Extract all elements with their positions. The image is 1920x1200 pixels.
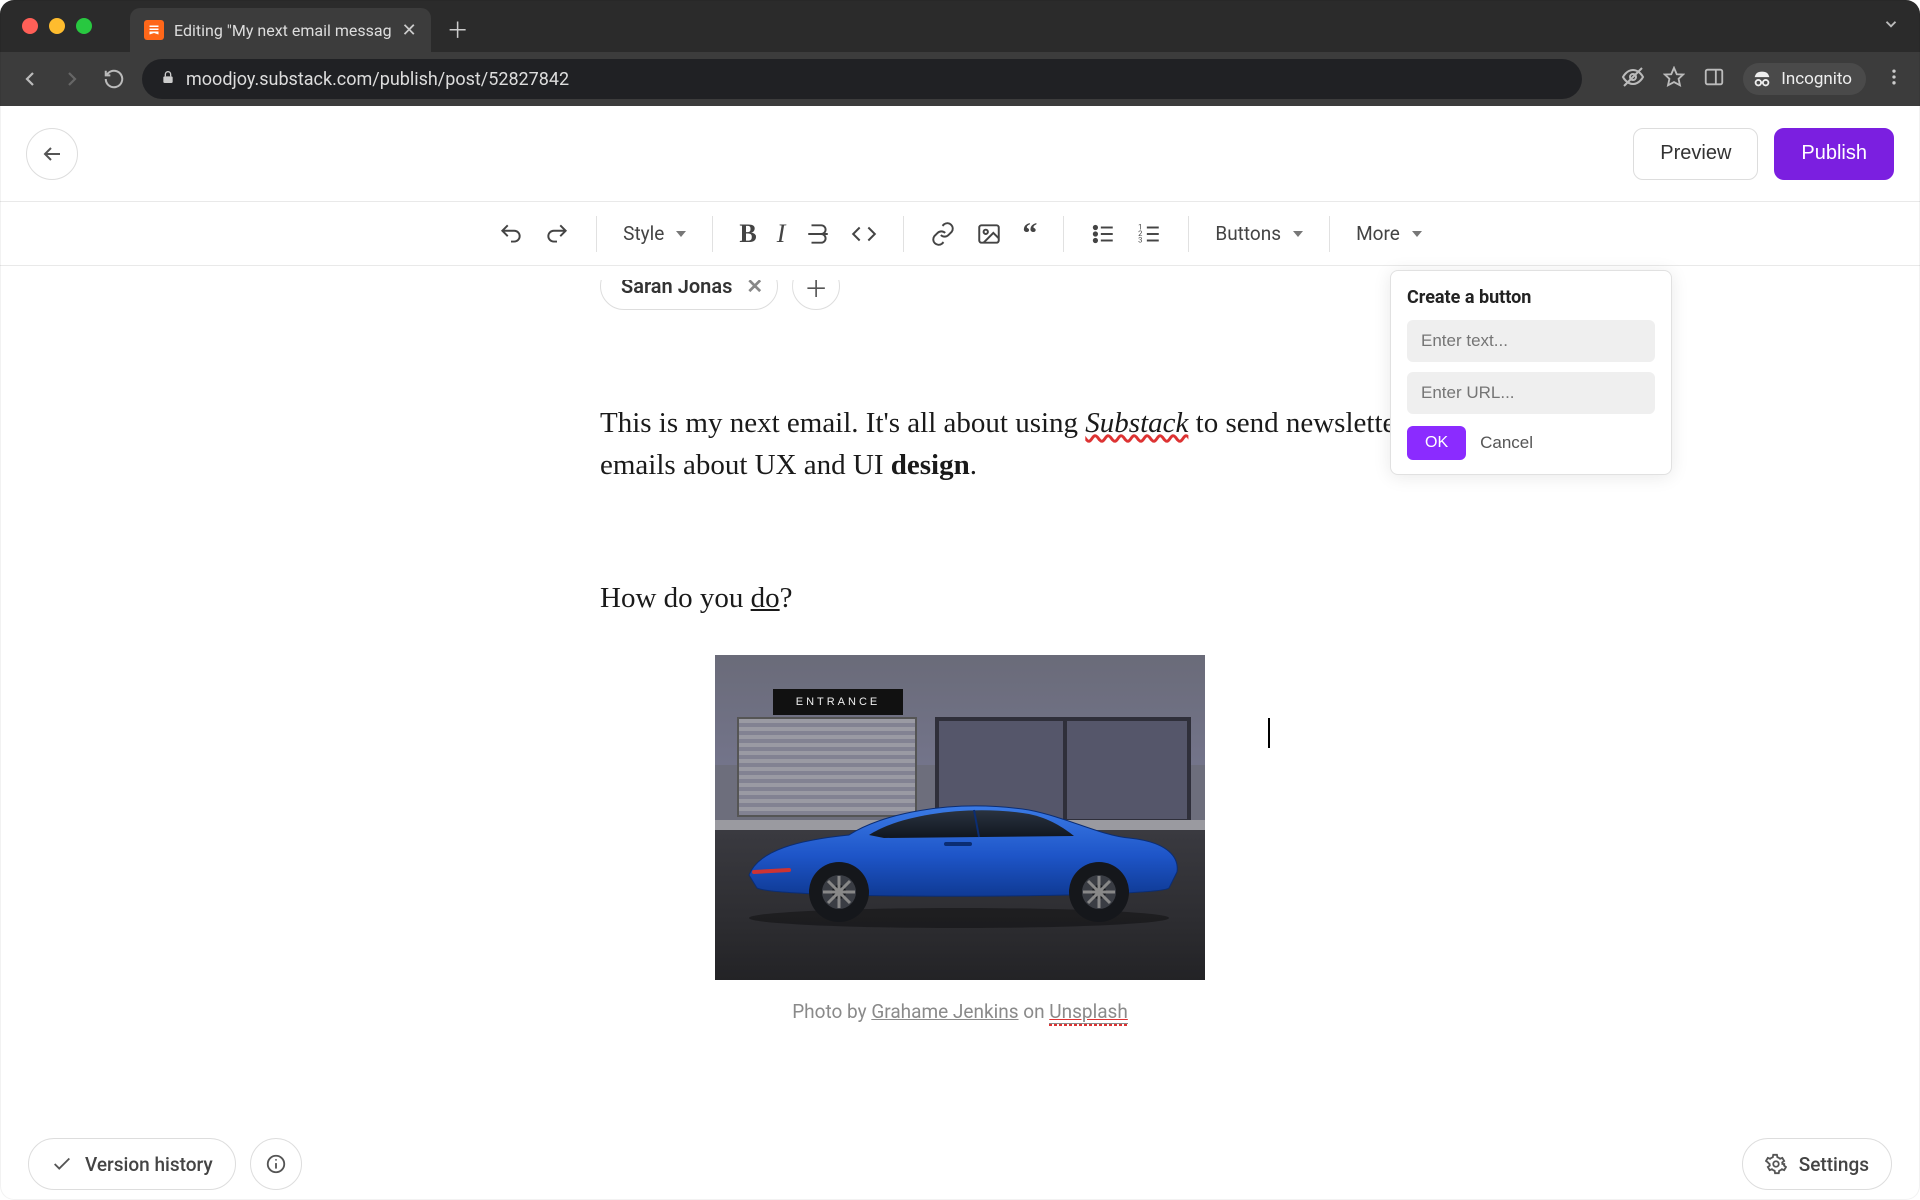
link-icon[interactable] xyxy=(930,221,956,247)
incognito-icon xyxy=(1751,68,1773,90)
info-button[interactable] xyxy=(250,1138,302,1190)
italic-icon[interactable]: I xyxy=(777,219,786,249)
eye-off-icon[interactable] xyxy=(1621,65,1645,93)
buttons-dropdown[interactable]: Buttons xyxy=(1215,222,1303,245)
tabs-overflow-icon[interactable] xyxy=(1882,15,1900,37)
address-row: moodjoy.substack.com/publish/post/528278… xyxy=(0,52,1920,106)
create-button-popover: Create a button OK Cancel xyxy=(1390,270,1672,475)
paragraph-2[interactable]: How do you do? xyxy=(600,582,1440,615)
browser-tab[interactable]: Editing "My next email messag ✕ xyxy=(130,8,431,52)
browser-chrome: Editing "My next email messag ✕ ＋ moodjo… xyxy=(0,0,1920,106)
content-image[interactable]: ENTRANCE xyxy=(715,655,1205,980)
byline-row: Saran Jonas ✕ ＋ xyxy=(600,266,1440,310)
editor-footer: Version history Settings xyxy=(0,1138,1920,1190)
popover-cancel-button[interactable]: Cancel xyxy=(1480,433,1533,453)
tab-title: Editing "My next email messag xyxy=(174,21,392,40)
back-icon[interactable] xyxy=(16,67,44,91)
preview-button[interactable]: Preview xyxy=(1633,128,1758,180)
close-window-icon[interactable] xyxy=(22,18,38,34)
add-author-button[interactable]: ＋ xyxy=(792,266,840,310)
text-caret xyxy=(1268,718,1270,748)
maximize-window-icon[interactable] xyxy=(76,18,92,34)
remove-author-icon[interactable]: ✕ xyxy=(746,274,763,298)
reload-icon[interactable] xyxy=(100,68,128,90)
panel-icon[interactable] xyxy=(1703,66,1725,92)
author-chip[interactable]: Saran Jonas ✕ xyxy=(600,266,778,310)
window-controls xyxy=(22,18,92,34)
button-url-input[interactable] xyxy=(1407,372,1655,414)
image-caption[interactable]: Photo by Grahame Jenkins on Unsplash xyxy=(715,1000,1205,1023)
car-illustration xyxy=(729,780,1189,930)
bookmark-star-icon[interactable] xyxy=(1663,66,1685,92)
undo-icon[interactable] xyxy=(498,221,524,247)
lock-icon xyxy=(160,69,176,90)
incognito-badge[interactable]: Incognito xyxy=(1743,63,1866,95)
style-dropdown[interactable]: Style xyxy=(623,222,686,245)
caption-author-link[interactable]: Grahame Jenkins xyxy=(871,1000,1018,1023)
publish-button[interactable]: Publish xyxy=(1774,128,1894,180)
more-dropdown[interactable]: More xyxy=(1356,222,1422,245)
new-tab-button[interactable]: ＋ xyxy=(447,13,469,45)
incognito-label: Incognito xyxy=(1781,69,1852,89)
url-text: moodjoy.substack.com/publish/post/528278… xyxy=(186,69,569,90)
code-icon[interactable] xyxy=(851,221,877,247)
strikethrough-icon[interactable] xyxy=(805,221,831,247)
version-history-button[interactable]: Version history xyxy=(28,1138,236,1190)
settings-button[interactable]: Settings xyxy=(1742,1138,1892,1190)
svg-text:3: 3 xyxy=(1139,235,1143,244)
close-tab-icon[interactable]: ✕ xyxy=(402,20,417,41)
numbered-list-icon[interactable]: 123 xyxy=(1136,221,1162,247)
browser-menu-icon[interactable] xyxy=(1884,67,1904,91)
caption-source-link[interactable]: Unsplash xyxy=(1049,1000,1128,1024)
bullet-list-icon[interactable] xyxy=(1090,221,1116,247)
substack-favicon-icon xyxy=(144,20,164,40)
editor-back-button[interactable] xyxy=(26,128,78,180)
editor-toolbar: Style B I “ 123 Buttons More xyxy=(0,202,1920,266)
quote-icon[interactable]: “ xyxy=(1022,217,1037,251)
forward-icon xyxy=(58,67,86,91)
app-header: Preview Publish xyxy=(0,106,1920,202)
author-name: Saran Jonas xyxy=(621,274,732,298)
minimize-window-icon[interactable] xyxy=(49,18,65,34)
image-figure[interactable]: ENTRANCE xyxy=(715,655,1205,1023)
tab-strip: Editing "My next email messag ✕ ＋ xyxy=(0,0,1920,52)
spellcheck-underline: Substack xyxy=(1085,407,1188,439)
button-text-input[interactable] xyxy=(1407,320,1655,362)
popover-title: Create a button xyxy=(1407,287,1655,308)
entrance-sign: ENTRANCE xyxy=(773,689,903,715)
redo-icon[interactable] xyxy=(544,221,570,247)
bold-icon[interactable]: B xyxy=(739,219,756,249)
image-icon[interactable] xyxy=(976,221,1002,247)
popover-ok-button[interactable]: OK xyxy=(1407,426,1466,460)
paragraph-1[interactable]: This is my next email. It's all about us… xyxy=(600,402,1480,486)
address-bar[interactable]: moodjoy.substack.com/publish/post/528278… xyxy=(142,59,1582,99)
